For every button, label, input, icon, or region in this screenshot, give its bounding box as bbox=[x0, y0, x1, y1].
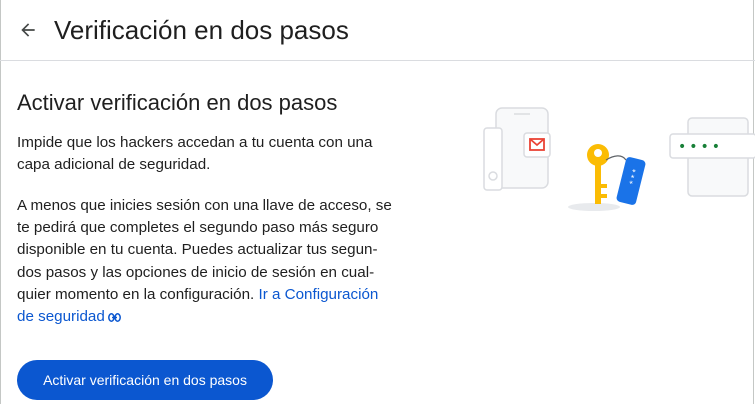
page-header: Verificación en dos pasos bbox=[0, 0, 755, 61]
details-line-1: A menos que inicies sesión con una llave… bbox=[17, 197, 392, 214]
key-tag-icon: * * * bbox=[605, 155, 646, 205]
details-paragraph: A menos que inicies sesión con una llave… bbox=[17, 195, 412, 328]
back-button[interactable] bbox=[14, 14, 42, 46]
key-icon bbox=[568, 144, 620, 211]
security-settings-link-text-2[interactable]: de seguridad bbox=[17, 308, 105, 325]
security-settings-link-continued[interactable]: de seguridad bbox=[17, 308, 121, 325]
details-line-2: te pedirá que completes el segundo paso … bbox=[17, 219, 379, 237]
security-illustration: * * * •••• bbox=[483, 107, 755, 211]
details-line-5: quier momento en la configuración. bbox=[17, 285, 255, 303]
details-line-3: disponible en tu cuenta. Puedes actualiz… bbox=[17, 241, 378, 259]
page-title: Verificación en dos pasos bbox=[54, 15, 349, 45]
email-icon bbox=[523, 132, 551, 158]
password-mask: •••• bbox=[678, 139, 723, 155]
details-line-4: dos pasos y las opciones de inicio de se… bbox=[17, 263, 375, 281]
password-window-icon: •••• bbox=[669, 117, 755, 197]
link-icon bbox=[107, 313, 121, 322]
intro-line-1: Impide que los hackers accedan a tu cuen… bbox=[17, 134, 373, 151]
enable-two-step-button[interactable]: Activar verificación en dos pasos bbox=[17, 360, 273, 400]
intro-paragraph: Impide que los hackers accedan a tu cuen… bbox=[17, 132, 412, 176]
security-settings-link[interactable]: Ir a Configuración bbox=[258, 286, 378, 303]
usb-key-icon bbox=[483, 127, 503, 191]
security-settings-link-text-1[interactable]: Ir a Configuración bbox=[258, 286, 378, 303]
intro-line-2: capa adicional de seguridad. bbox=[17, 156, 211, 174]
arrow-back-icon bbox=[21, 23, 35, 37]
section-title: Activar verificación en dos pasos bbox=[17, 90, 338, 115]
